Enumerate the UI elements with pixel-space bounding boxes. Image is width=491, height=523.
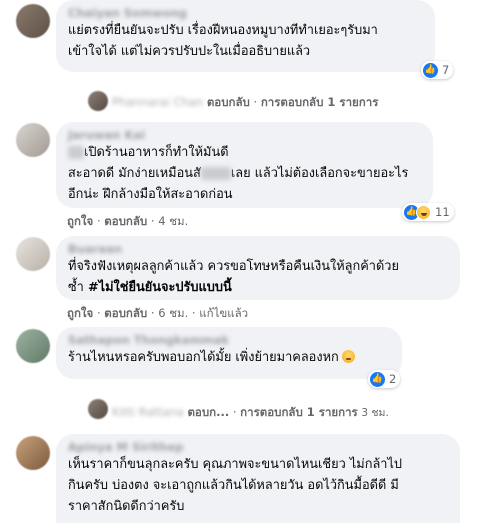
avatar[interactable]	[16, 329, 50, 363]
view-replies-link[interactable]: การตอบกลับ 1 รายการ	[261, 95, 379, 109]
separator: ·	[232, 405, 237, 419]
timestamp[interactable]: 3 ชม.	[361, 407, 388, 419]
comment-author[interactable]: Buaraan	[68, 242, 448, 256]
avatar[interactable]	[16, 436, 50, 470]
comment-text-line: ที่จริงฟังเหตุผลลูกค้าแล้ว ควรขอโทษหรือค…	[68, 259, 399, 274]
reaction-summary[interactable]: 👍 7	[421, 61, 454, 79]
comment-text-line: แย่ตรงที่ยืนยันจะปรับ เรื่องฝีหนองหมูบาง…	[68, 23, 378, 38]
edited-label[interactable]: แก้ไขแล้ว	[199, 306, 248, 320]
avatar[interactable]	[16, 4, 50, 38]
avatar[interactable]	[16, 237, 50, 271]
reaction-count: 7	[442, 63, 450, 77]
separator: ·	[253, 95, 258, 109]
view-replies-link[interactable]: การตอบกลับ 1 รายการ	[240, 405, 358, 419]
timestamp[interactable]: 4 ชม.	[158, 214, 188, 228]
comment-author[interactable]: Apinya M Sirithep	[68, 440, 448, 454]
hashtag-link[interactable]: #ไม่ใช่ยืนยันจะปรับแบบนี้	[88, 280, 232, 295]
reaction-summary[interactable]: 👍 11	[402, 203, 454, 221]
comment-bubble: Apinya M Sirithep เห็นราคาก็ขนลุกละครับ …	[56, 434, 460, 523]
comment-actions: ถูกใจ · ตอบกลับ · 6 ชม. · แก้ไขแล้ว	[67, 306, 249, 320]
like-link[interactable]: ถูกใจ	[67, 214, 93, 228]
comment-bubble: Chaiyan Somwong แย่ตรงที่ยืนยันจะปรับ เร…	[56, 0, 435, 72]
comment-text-line: ราคาสักนิดดีกว่าครับ	[68, 499, 185, 514]
redacted-text	[200, 167, 231, 180]
reaction-count: 11	[435, 205, 450, 219]
reply-author: Phannarai Chan	[112, 95, 204, 109]
comment-text-line: ร้านไหนหรอครับพอบอกได้มั้ย เพิ่งย้ายมาคล…	[68, 347, 390, 368]
comment-text-line: ซ้ำ #ไม่ใช่ยืนยันจะปรับแบบนี้	[68, 280, 232, 295]
comment-actions: ถูกใจ · ตอบกลับ · 4 ชม.	[67, 214, 189, 228]
avatar[interactable]	[16, 123, 50, 157]
reply-link[interactable]: ตอบกลับ	[104, 306, 147, 320]
comment-text-line: สะอาดดี มักง่ายเหมือนสั เลย แล้วไม่ต้องเล…	[68, 166, 409, 181]
comment-author[interactable]: Chaiyan Somwong	[68, 6, 423, 20]
like-thumb-icon: 👍	[423, 62, 438, 78]
comment-bubble: Buaraan ที่จริงฟังเหตุผลลูกค้าแล้ว ควรขอ…	[56, 236, 460, 300]
reply-avatar	[88, 399, 108, 419]
reply-avatar	[88, 91, 108, 111]
sad-emoji-icon	[341, 350, 355, 363]
timestamp[interactable]: 6 ชม.	[158, 306, 188, 320]
haha-emoji-icon	[416, 204, 431, 220]
comment-bubble: Sathapon Thongkammak ร้านไหนหรอครับพอบอก…	[56, 327, 402, 379]
like-link[interactable]: ถูกใจ	[67, 306, 93, 320]
replies-row: Kitti Rattana ตอบก... · การตอบกลับ 1 ราย…	[112, 404, 389, 422]
reaction-count: 2	[389, 372, 397, 386]
comment-author[interactable]: Sathapon Thongkammak	[68, 333, 390, 347]
comment-bubble: Jaruwan Kai เปิดร้านอาหารก็ทำให้มันดี สะ…	[56, 122, 433, 208]
reply-link[interactable]: ตอบกลับ	[207, 95, 250, 109]
comment-text-line: เข้าใจได้ แต่ไม่ควรปรับปะในเมื่ออธิบายแล…	[68, 44, 311, 59]
comment-text-line: กินครับ บ่องตง จะเอาถูกแล้วกินได้หลายวัน…	[68, 478, 399, 493]
reply-link[interactable]: ตอบก...	[187, 405, 229, 419]
replies-row: Phannarai Chan ตอบกลับ · การตอบกลับ 1 รา…	[112, 94, 378, 112]
like-thumb-icon: 👍	[370, 371, 385, 387]
comment-text-line: เห็นราคาก็ขนลุกละครับ คุณภาพจะขนาดไหนเชี…	[68, 457, 403, 472]
reply-author: Kitti Rattana	[112, 405, 184, 419]
comment-text-line: เปิดร้านอาหารก็ทำให้มันดี	[68, 142, 421, 163]
redacted-text	[68, 146, 84, 159]
reaction-summary[interactable]: 👍 2	[368, 370, 401, 388]
comment-author[interactable]: Jaruwan Kai	[68, 128, 421, 142]
comment-text-line: อีกน่ะ ฝึกล้างมือให้สะอาดก่อน	[68, 187, 233, 202]
reply-link[interactable]: ตอบกลับ	[104, 214, 147, 228]
